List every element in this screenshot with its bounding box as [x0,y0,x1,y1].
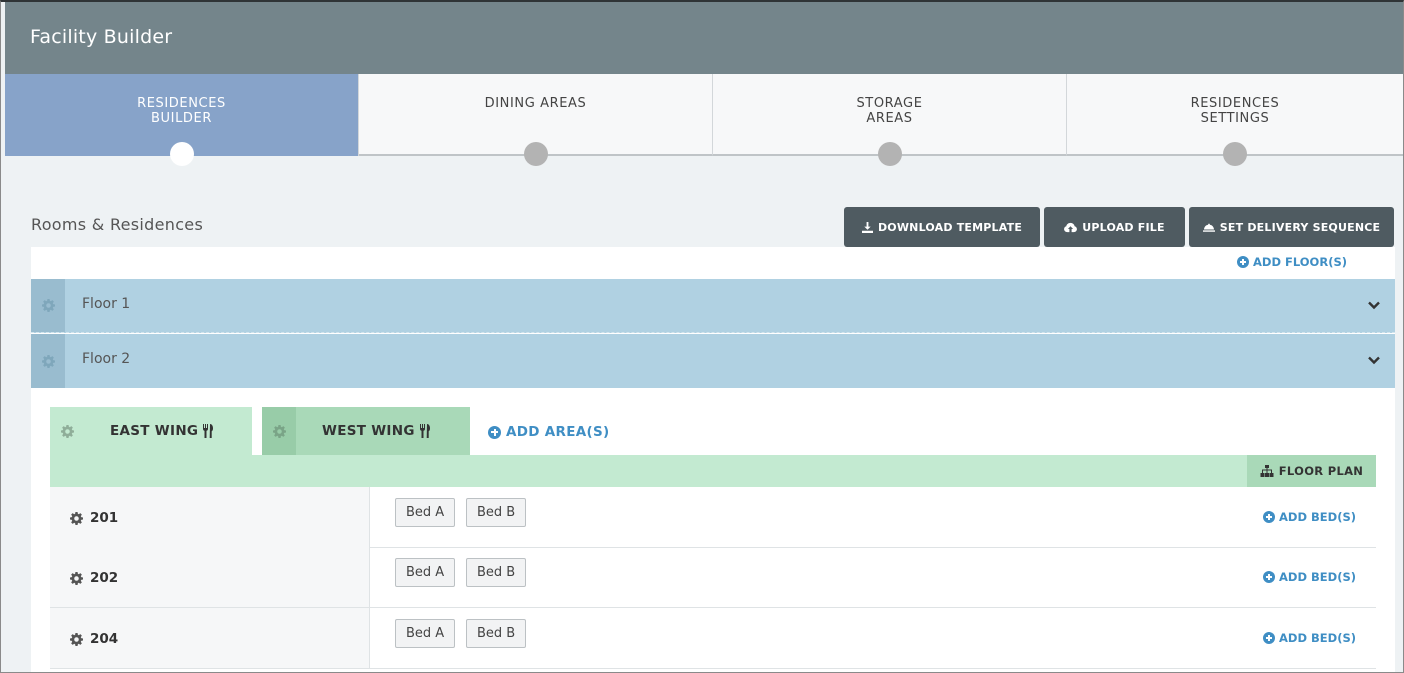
bell-service-icon [1202,223,1215,232]
tab-residences-builder[interactable]: RESIDENCES BUILDER [5,74,359,166]
download-template-label: DOWNLOAD TEMPLATE [877,220,1023,234]
action-toolbar: DOWNLOAD TEMPLATE UPLOAD FILE SET DELIVE… [1,207,1403,247]
step-indicator-dot [877,142,902,166]
plus-circle-icon [1237,256,1250,268]
bed-chip[interactable]: Bed B [466,558,527,587]
bed-chip[interactable]: Bed A [395,558,456,587]
tab-label: RESIDENCES BUILDER [137,96,226,126]
app-window: Facility Builder RESIDENCES BUILDER DINI… [0,0,1404,673]
set-delivery-sequence-button[interactable]: SET DELIVERY SEQUENCE [1189,207,1394,247]
room-number: 202 [90,570,119,586]
floor-row[interactable]: Floor 2 [31,334,1395,388]
bed-chip[interactable]: Bed A [395,498,456,527]
tab-label: RESIDENCES SETTINGS [1190,96,1280,126]
floor-settings-button[interactable] [31,334,65,388]
room-number: 201 [90,510,119,526]
floor-settings-button[interactable] [31,279,65,332]
step-indicator-dot [523,142,548,166]
gear-icon[interactable] [70,511,83,525]
floor-label: Floor 2 [82,351,131,367]
add-bed-label: ADD BED(S) [1279,631,1356,645]
bed-chip[interactable]: Bed A [395,619,456,648]
plus-circle-icon [1263,571,1276,583]
plus-circle-icon [488,425,501,439]
wing-tab-east[interactable]: EAST WING [50,407,252,455]
floor-label: Floor 1 [82,296,131,312]
wing-toolbar: FLOOR PLAN [50,455,1376,487]
bed-chip[interactable]: Bed B [466,498,527,527]
cloud-upload-icon [1064,222,1078,232]
plus-circle-icon [1263,632,1276,644]
residences-panel: ADD FLOOR(S) Floor 1 Floor 2 EAST WING W… [31,247,1395,672]
tab-residences-settings[interactable]: RESIDENCES SETTINGS [1067,74,1403,166]
wing-tab-west[interactable]: WEST WING [262,407,470,455]
add-bed-button[interactable]: ADD BED(S) [1263,570,1356,584]
wizard-tabs: RESIDENCES BUILDER DINING AREAS STORAGE … [5,74,1403,166]
gear-icon [272,424,286,438]
wing-label: WEST WING [322,423,415,439]
chevron-down-icon[interactable] [1367,353,1381,367]
sitemap-icon [1260,465,1274,477]
add-bed-label: ADD BED(S) [1279,570,1356,584]
step-indicator-dot [1223,142,1247,166]
room-row[interactable]: 202 Bed A Bed B ADD BED(S) [50,547,1376,608]
floor-plan-button[interactable]: FLOOR PLAN [1247,455,1376,487]
app-header: Facility Builder [5,2,1403,74]
upload-file-button[interactable]: UPLOAD FILE [1044,207,1185,247]
gear-icon[interactable] [70,632,83,646]
gear-icon [41,354,55,368]
bed-chip[interactable]: Bed B [466,619,527,648]
upload-file-label: UPLOAD FILE [1082,220,1165,234]
plus-circle-icon [1263,511,1276,523]
room-cell: 202 [50,547,370,607]
floor-plan-label: FLOOR PLAN [1278,464,1364,478]
room-number: 204 [90,631,119,647]
chevron-down-icon[interactable] [1367,298,1381,312]
download-template-button[interactable]: DOWNLOAD TEMPLATE [844,207,1040,247]
step-indicator-dot [169,142,194,166]
room-row[interactable]: 204 Bed A Bed B ADD BED(S) [50,608,1376,669]
download-icon [861,221,873,233]
utensils-icon [203,424,214,438]
tab-label: STORAGE AREAS [856,96,923,126]
add-area-label: ADD AREA(S) [506,424,610,440]
gear-icon [60,424,74,438]
add-area-button[interactable]: ADD AREA(S) [488,424,609,440]
wing-settings-button[interactable] [50,407,84,455]
gear-icon[interactable] [70,571,83,585]
add-floor-label: ADD FLOOR(S) [1253,255,1347,269]
room-cell: 204 [50,608,370,668]
add-floor-button[interactable]: ADD FLOOR(S) [1237,255,1347,269]
tab-label: DINING AREAS [484,96,587,111]
utensils-icon [419,424,430,438]
gear-icon [41,299,55,312]
wing-settings-button[interactable] [262,407,296,455]
room-cell: 201 [50,487,370,547]
tab-storage-areas[interactable]: STORAGE AREAS [713,74,1067,166]
room-row[interactable]: 201 Bed A Bed B ADD BED(S) [50,487,1376,548]
tab-dining-areas[interactable]: DINING AREAS [359,74,713,166]
add-bed-button[interactable]: ADD BED(S) [1263,510,1356,524]
wing-label: EAST WING [110,423,199,439]
add-bed-button[interactable]: ADD BED(S) [1263,631,1356,645]
floor-row[interactable]: Floor 1 [31,279,1395,333]
add-bed-label: ADD BED(S) [1279,510,1356,524]
set-delivery-sequence-label: SET DELIVERY SEQUENCE [1219,220,1381,234]
page-title: Facility Builder [30,26,173,48]
